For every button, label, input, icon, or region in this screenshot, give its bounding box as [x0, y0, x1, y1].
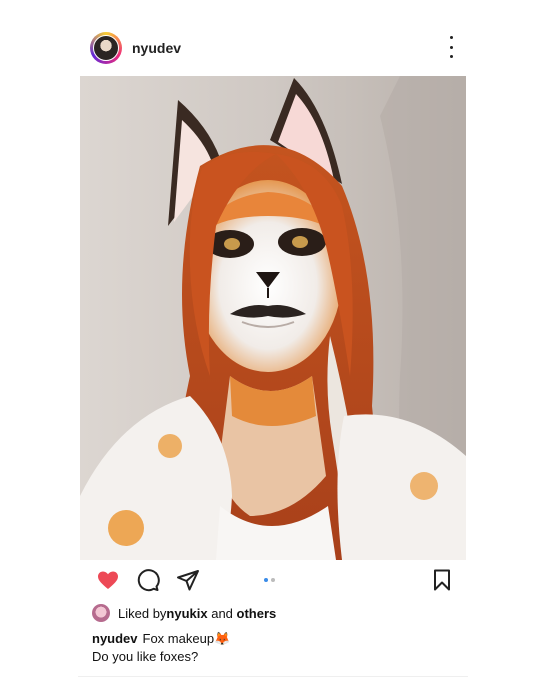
likes-middle: and [207, 605, 237, 621]
post-photo[interactable] [80, 76, 466, 560]
post-header: nyudev [90, 32, 460, 68]
comment-icon[interactable] [136, 568, 160, 592]
username[interactable]: nyudev [132, 40, 181, 56]
profile-avatar[interactable] [90, 32, 122, 64]
heart-icon[interactable] [96, 568, 120, 592]
avatar-image [93, 35, 119, 61]
carousel-dot [271, 578, 275, 582]
photo-illustration [80, 76, 466, 560]
caption-username[interactable]: nyudev [92, 631, 138, 646]
liker-username[interactable]: nyukix [166, 606, 207, 621]
likes-prefix: Liked by [118, 605, 167, 621]
divider [78, 676, 468, 677]
likes-others[interactable]: others [237, 606, 277, 621]
carousel-indicator [264, 578, 275, 582]
caption-line-1: nyudev Fox makeup🦊 [92, 630, 230, 648]
action-bar [78, 566, 468, 594]
carousel-dot-active [264, 578, 268, 582]
share-icon[interactable] [176, 568, 200, 592]
caption-text: Fox makeup🦊 [142, 631, 231, 646]
caption: nyudev Fox makeup🦊 Do you like foxes? [92, 630, 230, 666]
post-card: nyudev Liked by nyukix and others nyudev… [78, 18, 468, 677]
likes-row[interactable]: Liked by nyukix and others [92, 604, 276, 622]
bookmark-icon[interactable] [430, 568, 454, 592]
more-options-icon[interactable] [448, 36, 454, 58]
caption-line-2: Do you like foxes? [92, 649, 199, 664]
liker-avatar [92, 604, 110, 622]
